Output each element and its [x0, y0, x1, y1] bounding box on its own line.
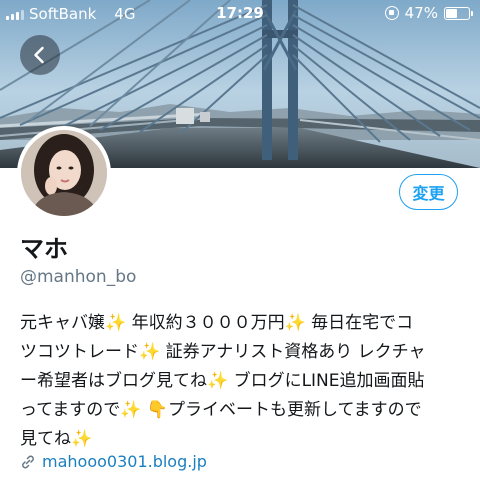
bio-line: 見てね✨ [20, 429, 93, 449]
link-icon [22, 455, 34, 468]
battery-percent: 47% [404, 4, 438, 22]
edit-profile-button[interactable]: 変更 [399, 174, 458, 210]
bio-line: ってますので✨ 👇プライベートも更新してますので [20, 400, 422, 420]
user-handle: @manhon_bo [20, 267, 137, 287]
display-name: マホ [20, 235, 68, 263]
bio-line: ー希望者はブログ見てね✨ ブログにLINE追加画面貼 [20, 371, 425, 391]
website-link[interactable]: mahooo0301.blog.jp [42, 452, 207, 471]
chevron-left-icon [34, 46, 44, 64]
status-right: 47% [384, 4, 473, 22]
status-bar: SoftBank 4G 17:29 47% [0, 0, 480, 28]
orientation-lock-icon [384, 6, 399, 20]
back-button[interactable] [20, 35, 60, 75]
profile-bio: 元キャバ嬢✨ 年収約３０００万円✨ 毎日在宅でコ ツコツトレード✨ 証券アナリス… [20, 309, 472, 454]
bio-line: 元キャバ嬢✨ 年収約３０００万円✨ 毎日在宅でコ [20, 313, 414, 333]
avatar[interactable] [17, 126, 111, 220]
bio-line: ツコツトレード✨ 証券アナリスト資格あり レクチャ [20, 342, 426, 362]
profile-website[interactable]: mahooo0301.blog.jp [20, 452, 207, 471]
battery-level-fill [446, 8, 458, 18]
battery-icon [444, 6, 473, 20]
avatar-photo [21, 130, 107, 216]
